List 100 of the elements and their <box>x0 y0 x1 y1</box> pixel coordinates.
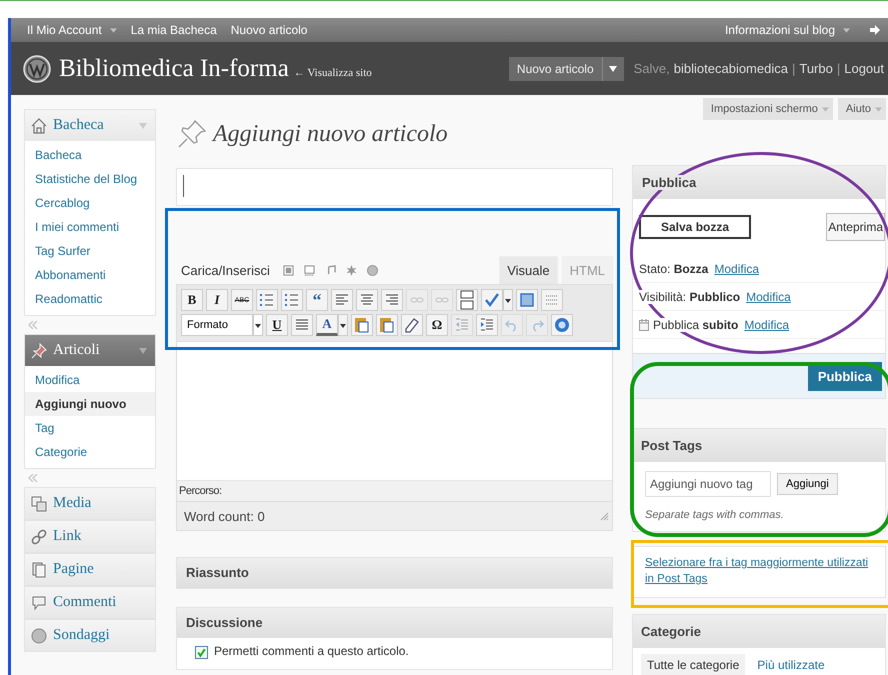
checkmark-icon[interactable] <box>481 289 503 311</box>
toolbar-button[interactable]: “ <box>306 289 328 311</box>
edit-link[interactable]: Modifica <box>744 318 790 332</box>
word-count: Word count: 0 <box>184 508 266 524</box>
user-link[interactable]: Turbo <box>799 61 833 76</box>
screen-tab[interactable]: Impostazioni schermo <box>702 98 833 120</box>
format-select[interactable]: Formato <box>181 314 253 336</box>
status-text: Visibilità: Pubblico <box>639 290 742 304</box>
caret-icon[interactable] <box>110 28 117 32</box>
hint-text: Separate tags with commas. <box>644 508 785 523</box>
circle-icon <box>31 628 47 644</box>
clipboard-icon[interactable] <box>351 314 373 336</box>
submenu-item[interactable]: Bacheca <box>25 143 155 167</box>
path-label: Percorso: <box>179 485 222 497</box>
speech-bubble-icon <box>31 594 47 610</box>
edit-link[interactable]: Modifica <box>714 262 760 276</box>
menu-heading[interactable]: Sondaggi <box>25 620 155 651</box>
box-heading[interactable]: Riassunto <box>177 558 612 588</box>
category-tab[interactable]: Tutte le categorie <box>641 654 746 675</box>
caret-icon[interactable] <box>609 66 618 72</box>
add-tag-button[interactable]: Aggiungi <box>777 473 838 495</box>
star-icon[interactable] <box>346 265 357 276</box>
checkbox[interactable] <box>195 646 208 659</box>
submenu-item[interactable]: Modifica <box>25 368 155 392</box>
submenu-item[interactable]: Statistiche del Blog <box>25 167 155 191</box>
menu-heading[interactable]: Link <box>25 521 155 552</box>
film-icon[interactable] <box>304 265 315 276</box>
menu-heading[interactable]: Bacheca <box>25 110 155 141</box>
indent-icon[interactable] <box>476 314 498 336</box>
submenu-item[interactable]: Tag Surfer <box>25 239 155 263</box>
editor-area[interactable] <box>177 341 612 480</box>
preview-button[interactable]: Anteprima <box>826 213 885 241</box>
editor-tab[interactable]: Visuale <box>499 256 558 284</box>
title-field[interactable] <box>176 168 613 206</box>
resize-grip-icon[interactable] <box>599 511 609 521</box>
admin-bar-link[interactable]: Il Mio Account <box>27 23 117 37</box>
menu-heading[interactable]: Media <box>25 488 155 519</box>
menu-heading[interactable]: Pagine <box>25 554 155 585</box>
toolbar-button[interactable]: Ω <box>426 314 448 336</box>
menu-heading[interactable]: Articoli <box>25 335 155 366</box>
fullscreen-icon[interactable] <box>516 289 538 311</box>
toolbar-button[interactable]: I <box>206 289 228 311</box>
submenu-item[interactable]: Readomattic <box>25 287 155 311</box>
view-site-link[interactable]: ← Visualizza sito <box>294 66 372 78</box>
edit-link[interactable]: Modifica <box>746 290 791 304</box>
justify-icon[interactable] <box>291 314 313 336</box>
screen-tab[interactable]: Aiuto <box>838 98 886 120</box>
status-text: Stato: Bozza <box>639 262 710 276</box>
dropdown-button[interactable] <box>602 56 624 80</box>
pushpin-icon <box>177 119 207 149</box>
user-link[interactable]: bibliotecabiomedica <box>674 61 788 76</box>
toolbar-toggle-icon[interactable] <box>541 289 563 311</box>
toolbar-button[interactable]: U <box>266 314 288 336</box>
image-icon[interactable] <box>282 265 294 276</box>
align-left-icon[interactable] <box>331 289 353 311</box>
category-tab[interactable]: Più utilizzate <box>751 654 831 675</box>
save-draft-button[interactable]: Salva bozza <box>639 215 752 239</box>
toggle-arrow-icon[interactable] <box>139 348 147 354</box>
toolbar-button[interactable]: A <box>316 314 338 336</box>
toolbar-button[interactable]: B <box>181 289 203 311</box>
box-heading[interactable]: Post Tags <box>633 429 885 462</box>
greeting-text: Salve, <box>634 61 670 76</box>
align-right-icon[interactable] <box>381 289 403 311</box>
align-center-icon[interactable] <box>356 289 378 311</box>
numbered-list-icon[interactable] <box>281 289 303 311</box>
admin-bar-link[interactable]: Nuovo articolo <box>230 23 308 37</box>
menu-heading[interactable]: Commenti <box>25 587 155 618</box>
separator-text: | <box>836 61 840 76</box>
chain-icon <box>31 528 47 544</box>
submenu-item[interactable]: Categorie <box>25 440 155 464</box>
new-post-button[interactable]: Nuovo articolo <box>508 56 602 80</box>
clipboard-icon[interactable] <box>376 314 398 336</box>
toggle-arrow-icon[interactable] <box>139 122 147 128</box>
box-heading[interactable]: Pubblica <box>641 175 698 190</box>
separator-text: | <box>792 61 796 76</box>
submenu-item[interactable]: Tag <box>25 416 155 440</box>
status-text: Pubblica subito <box>653 318 740 332</box>
submenu-item[interactable]: I miei commenti <box>25 215 155 239</box>
submenu-item[interactable]: Cercablog <box>25 191 155 215</box>
circle-icon[interactable] <box>366 265 378 276</box>
bullet-list-icon[interactable] <box>256 289 278 311</box>
box-heading[interactable]: Discussione <box>177 608 612 638</box>
media-icon <box>31 496 47 512</box>
page-break-icon[interactable] <box>456 289 478 311</box>
box-heading[interactable]: Categorie <box>633 615 885 648</box>
upload-label: Carica/Inserisci <box>181 263 270 280</box>
help-icon[interactable] <box>551 314 573 336</box>
checkbox-label: Permetti commenti a questo articolo. <box>214 644 409 658</box>
submenu-item[interactable]: Aggiungi nuovo <box>25 392 155 416</box>
admin-bar-link[interactable]: Informazioni sul blog <box>724 23 850 37</box>
caret-icon[interactable] <box>843 28 850 32</box>
logo-icon[interactable] <box>23 54 51 82</box>
submenu-item[interactable]: Abbonamenti <box>25 263 155 287</box>
tag-input-field[interactable]: Aggiungi nuovo tag <box>645 471 771 497</box>
pages-icon <box>31 562 47 578</box>
arrow-icon[interactable] <box>870 25 880 35</box>
admin-bar-link[interactable]: La mia Bacheca <box>130 23 217 37</box>
page-heading: Aggiungi nuovo articolo <box>213 120 448 148</box>
calendar-icon <box>639 318 649 330</box>
user-link[interactable]: Logout <box>844 61 884 76</box>
